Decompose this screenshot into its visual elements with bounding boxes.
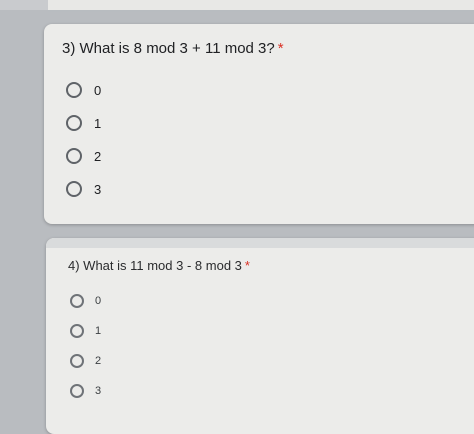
question-title: 3) What is 8 mod 3 + 11 mod 3? * [62, 40, 284, 57]
card-top-bar [46, 238, 474, 248]
radio-option-1[interactable]: 1 [66, 115, 101, 131]
radio-button[interactable] [66, 115, 82, 131]
option-label: 2 [95, 355, 102, 367]
radio-button[interactable] [66, 181, 82, 197]
radio-button[interactable] [70, 384, 84, 398]
question-text: 4) What is 11 mod 3 - 8 mod 3 [68, 258, 242, 273]
radio-button[interactable] [66, 82, 82, 98]
radio-option-0[interactable]: 0 [66, 82, 101, 98]
radio-button[interactable] [70, 294, 84, 308]
question-title: 4) What is 11 mod 3 - 8 mod 3 * [68, 258, 250, 273]
radio-option-1[interactable]: 1 [70, 324, 101, 338]
option-label: 3 [95, 385, 102, 397]
option-label: 0 [95, 295, 102, 307]
radio-option-2[interactable]: 2 [70, 354, 101, 368]
radio-option-3[interactable]: 3 [66, 181, 101, 197]
radio-button[interactable] [66, 148, 82, 164]
option-label: 3 [94, 181, 102, 197]
option-label: 2 [94, 148, 102, 164]
required-asterisk: * [244, 258, 250, 273]
question-card-4: 4) What is 11 mod 3 - 8 mod 3 * 0 1 2 3 [46, 238, 474, 434]
option-label: 1 [95, 325, 102, 337]
question-card-3: 3) What is 8 mod 3 + 11 mod 3? * 0 1 2 3 [44, 24, 474, 224]
radio-button[interactable] [70, 324, 84, 338]
radio-option-0[interactable]: 0 [70, 294, 101, 308]
previous-card-bottom [48, 0, 474, 12]
option-label: 1 [94, 115, 102, 131]
radio-option-3[interactable]: 3 [70, 384, 101, 398]
previous-card-edge [0, 0, 474, 12]
option-label: 0 [94, 82, 102, 98]
radio-button[interactable] [70, 354, 84, 368]
question-text: 3) What is 8 mod 3 + 11 mod 3? [62, 40, 275, 57]
required-asterisk: * [277, 40, 284, 57]
radio-option-2[interactable]: 2 [66, 148, 101, 164]
